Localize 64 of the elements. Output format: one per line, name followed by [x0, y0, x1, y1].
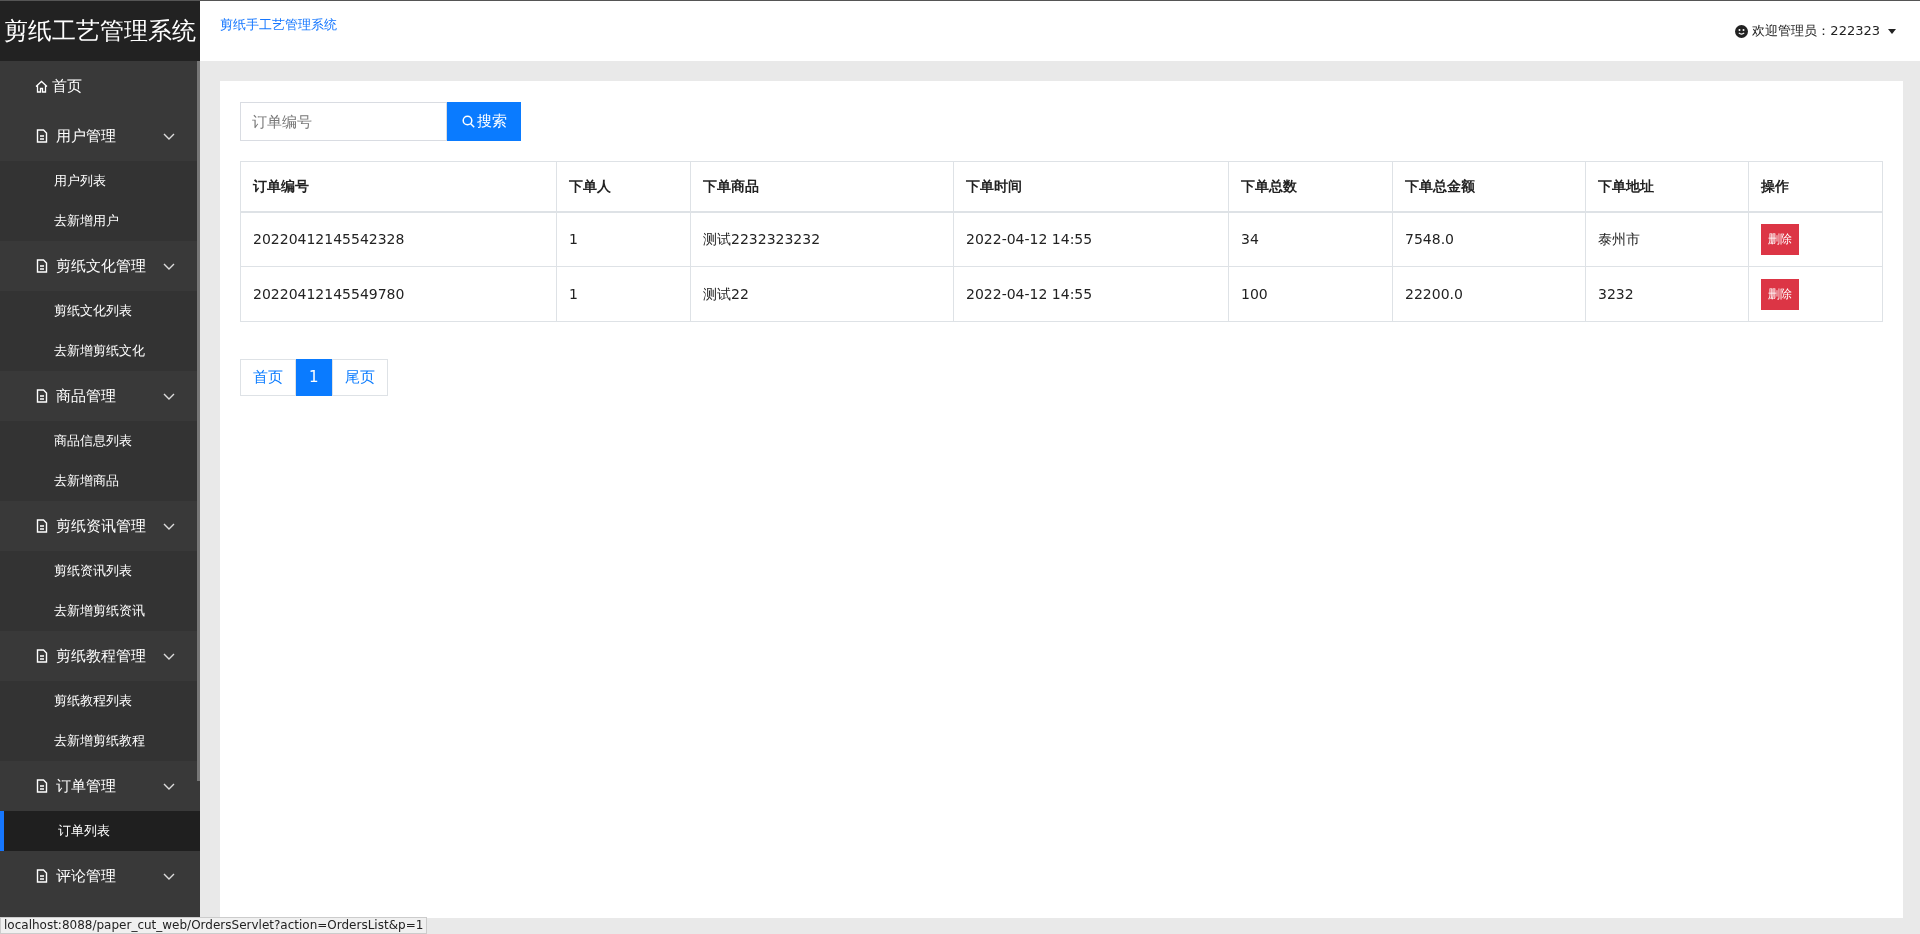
column-header: 下单总金额 — [1392, 161, 1586, 212]
header-title[interactable]: 剪纸手工艺管理系统 — [220, 15, 337, 35]
document-icon — [36, 519, 48, 533]
page-link[interactable]: 首页 — [240, 359, 296, 396]
sidebar-group[interactable]: 剪纸资讯管理 — [0, 501, 200, 551]
document-icon — [36, 259, 48, 273]
home-icon — [35, 79, 48, 93]
table-cell: 测试22 — [690, 266, 954, 322]
status-url: localhost:8088/paper_cut_web/OrdersServlet?action=OrdersList&p=1 — [0, 917, 428, 934]
caret-icon — [1888, 28, 1896, 34]
table-cell: 20220412145542328 — [240, 211, 557, 267]
sidebar-item[interactable]: 首页 — [0, 61, 200, 111]
table-cell: 20220412145549780 — [240, 266, 557, 322]
table-cell: 测试2232323232 — [690, 211, 954, 267]
sidebar-subitem[interactable]: 商品信息列表 — [0, 421, 200, 461]
delete-button[interactable]: 删除 — [1761, 223, 1799, 255]
smiley-icon — [1735, 24, 1749, 38]
column-header: 下单商品 — [690, 161, 954, 212]
table-cell: 100 — [1228, 266, 1393, 322]
sidebar-subitem[interactable]: 用户列表 — [0, 161, 200, 201]
search-button[interactable]: 搜索 — [447, 102, 521, 141]
document-icon — [36, 649, 48, 663]
document-icon — [36, 779, 48, 793]
sidebar-group[interactable]: 商品管理 — [0, 371, 200, 421]
sidebar-subitem[interactable]: 去新增剪纸资讯 — [0, 591, 200, 631]
sidebar-subitem[interactable]: 订单列表 — [0, 811, 200, 851]
sidebar-group[interactable]: 剪纸教程管理 — [0, 631, 200, 681]
page-link[interactable]: 1 — [296, 359, 332, 396]
sidebar-group[interactable]: 评论管理 — [0, 851, 200, 901]
table-cell: 22200.0 — [1392, 266, 1586, 322]
sidebar-subitem[interactable]: 去新增剪纸教程 — [0, 721, 200, 761]
sidebar-subitem[interactable]: 去新增用户 — [0, 201, 200, 241]
sidebar-subitem[interactable]: 剪纸资讯列表 — [0, 551, 200, 591]
table-cell: 2022-04-12 14:55 — [953, 266, 1229, 322]
user-menu[interactable]: 欢迎管理员：222323 — [1735, 21, 1896, 41]
sidebar-subitem[interactable]: 去新增商品 — [0, 461, 200, 501]
sidebar-group[interactable]: 剪纸文化管理 — [0, 241, 200, 291]
column-header: 操作 — [1748, 161, 1883, 212]
table-cell: 7548.0 — [1392, 211, 1586, 267]
column-header: 下单总数 — [1228, 161, 1393, 212]
table-cell: 1 — [556, 266, 691, 322]
sidebar-group[interactable]: 订单管理 — [0, 761, 200, 811]
table-cell: 泰州市 — [1585, 211, 1749, 267]
column-header: 下单地址 — [1585, 161, 1749, 212]
table-cell: 3232 — [1585, 266, 1749, 322]
sidebar-subitem[interactable]: 去新增剪纸文化 — [0, 331, 200, 371]
sidebar-subitem[interactable]: 剪纸文化列表 — [0, 291, 200, 331]
search-icon — [461, 115, 475, 128]
column-header: 下单时间 — [953, 161, 1229, 212]
column-header: 下单人 — [556, 161, 691, 212]
sidebar-subitem[interactable]: 剪纸教程列表 — [0, 681, 200, 721]
column-header: 订单编号 — [240, 161, 557, 212]
table-cell: 34 — [1228, 211, 1393, 267]
scrollbar[interactable] — [197, 61, 200, 781]
sidebar-group[interactable]: 用户管理 — [0, 111, 200, 161]
table-cell: 2022-04-12 14:55 — [953, 211, 1229, 267]
brand-title: 剪纸工艺管理系统 — [0, 0, 200, 61]
document-icon — [36, 869, 48, 883]
table-cell: 1 — [556, 211, 691, 267]
document-icon — [36, 129, 48, 143]
document-icon — [36, 389, 48, 403]
delete-button[interactable]: 删除 — [1761, 278, 1799, 310]
search-field[interactable]: 订单编号 — [240, 102, 447, 141]
page-link[interactable]: 尾页 — [331, 359, 388, 396]
